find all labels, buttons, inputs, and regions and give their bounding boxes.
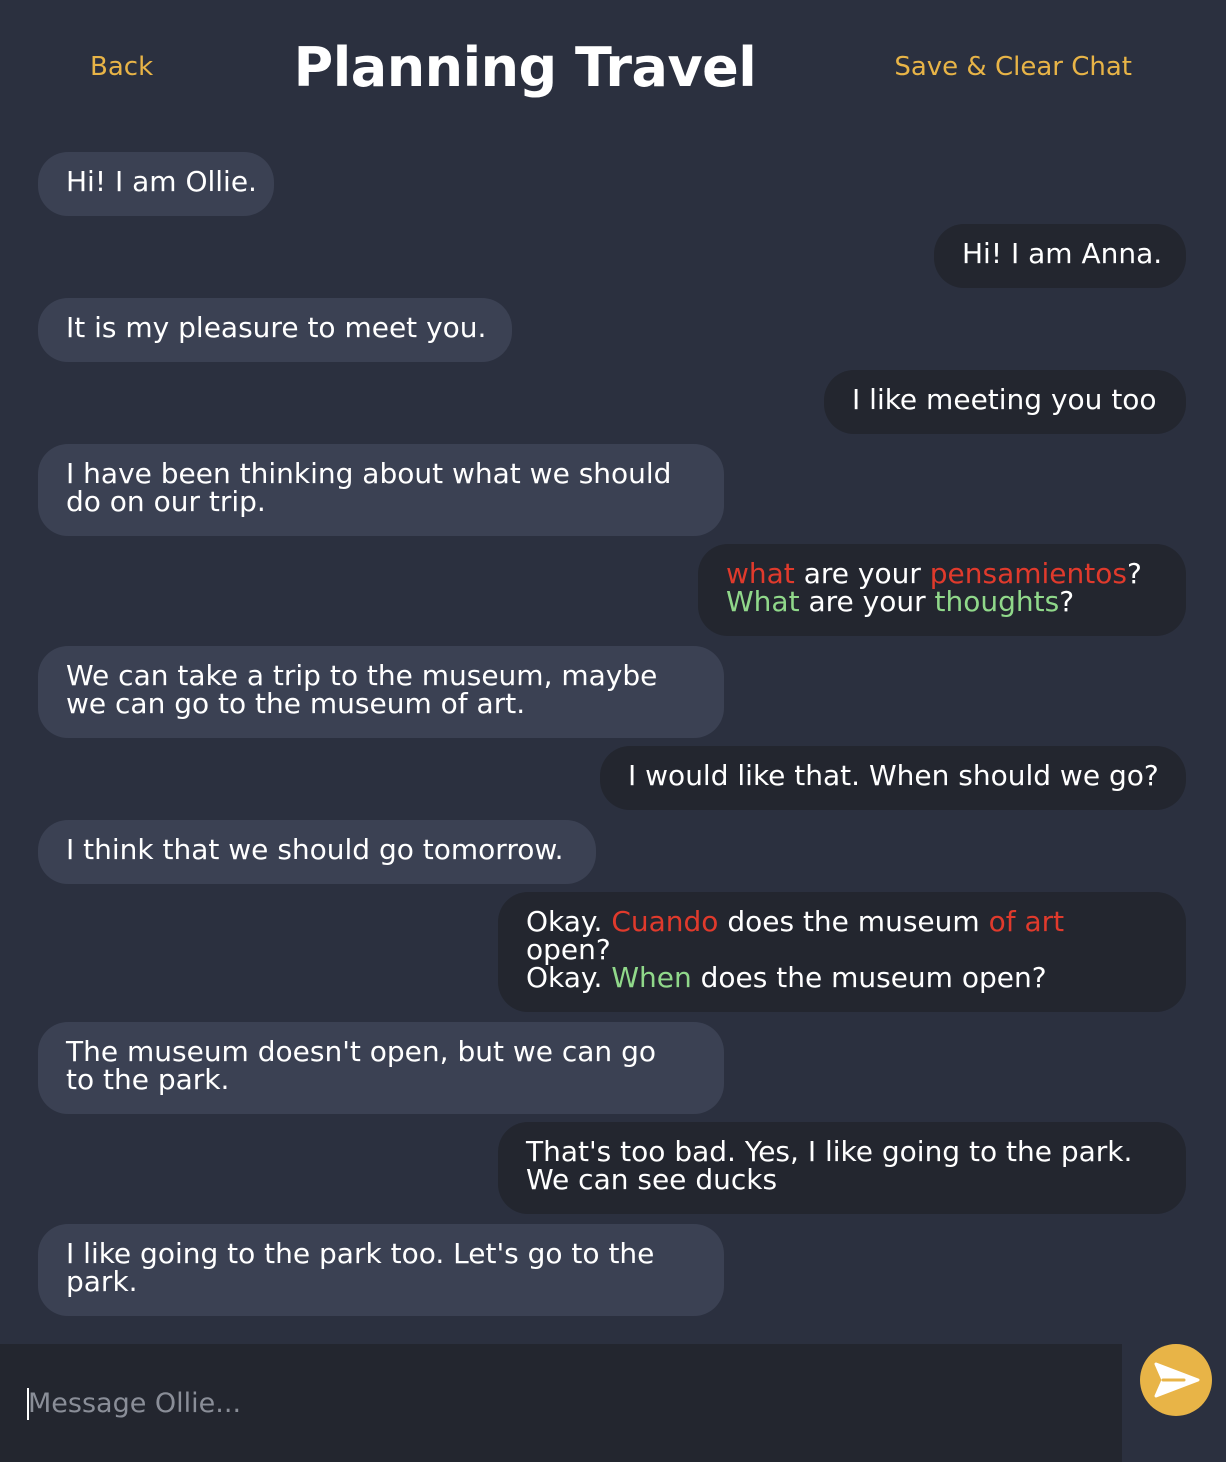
error-word: Cuando — [611, 905, 719, 938]
message-text: Hi! I am Anna. — [962, 237, 1163, 270]
message-text-line: That's too bad. Yes, I like going to the… — [526, 1135, 1133, 1168]
corrected-message: Okay. When does the museum open? — [526, 964, 1158, 992]
send-button[interactable] — [1140, 1344, 1212, 1416]
message-text-line: The museum doesn't open, but we can go — [66, 1035, 656, 1068]
message-text-line: we can go to the museum of art. — [66, 687, 526, 720]
page-title: Planning Travel — [293, 36, 757, 99]
corrected-word: thoughts — [934, 585, 1060, 618]
message-bubble-user-corrected: Okay. Cuando does the museum of art open… — [498, 892, 1186, 1012]
message-text: I would like that. When should we go? — [628, 759, 1159, 792]
message-text-line: do on our trip. — [66, 485, 266, 518]
message-bubble-user: I would like that. When should we go? — [600, 746, 1186, 810]
corrected-word: What — [726, 585, 800, 618]
message-fragment: does the museum open? — [691, 961, 1047, 994]
message-fragment: ? — [1059, 585, 1075, 618]
corrected-word: When — [611, 961, 692, 994]
message-fragment: are your — [799, 585, 935, 618]
message-fragment: ? — [1126, 557, 1142, 590]
save-clear-chat-button[interactable]: Save & Clear Chat — [894, 52, 1132, 82]
message-text-line: park. — [66, 1265, 138, 1298]
text-cursor — [27, 1388, 29, 1420]
message-text-line: I have been thinking about what we shoul… — [66, 457, 672, 490]
message-bubble-user: I like meeting you too — [824, 370, 1186, 434]
message-text-line: We can take a trip to the museum, maybe — [66, 659, 658, 692]
message-input[interactable] — [0, 1344, 1122, 1462]
message-bubble-user: That's too bad. Yes, I like going to the… — [498, 1122, 1186, 1214]
error-word: of art — [988, 905, 1065, 938]
message-fragment: does the museum — [718, 905, 989, 938]
message-text-line: I like going to the park too. Let's go t… — [66, 1237, 655, 1270]
message-text-line: to the park. — [66, 1063, 230, 1096]
message-bubble-bot: Hi! I am Ollie. — [38, 152, 274, 216]
chat-header: Back Planning Travel Save & Clear Chat — [0, 0, 1226, 140]
send-arrow-icon — [1154, 1362, 1200, 1398]
original-message-continued: open? — [526, 933, 611, 966]
message-text: I like meeting you too — [852, 383, 1157, 416]
corrected-message: What are your thoughts? — [726, 588, 1158, 616]
message-composer — [0, 1344, 1122, 1462]
message-text: It is my pleasure to meet you. — [66, 311, 487, 344]
original-message: Okay. Cuando does the museum of art — [526, 908, 1158, 936]
message-text-line: We can see ducks — [526, 1163, 778, 1196]
message-bubble-bot: It is my pleasure to meet you. — [38, 298, 512, 362]
message-text: I think that we should go tomorrow. — [66, 833, 564, 866]
message-fragment: Okay. — [526, 961, 612, 994]
message-bubble-user: Hi! I am Anna. — [934, 224, 1186, 288]
message-bubble-bot: I like going to the park too. Let's go t… — [38, 1224, 724, 1316]
message-bubble-bot: I think that we should go tomorrow. — [38, 820, 596, 884]
message-text: Hi! I am Ollie. — [66, 165, 257, 198]
message-bubble-bot: We can take a trip to the museum, maybe … — [38, 646, 724, 738]
message-bubble-user-corrected: what are your pensamientos? What are you… — [698, 544, 1186, 636]
message-bubble-bot: The museum doesn't open, but we can go t… — [38, 1022, 724, 1114]
original-message: what are your pensamientos? — [726, 560, 1158, 588]
message-bubble-bot: I have been thinking about what we shoul… — [38, 444, 724, 536]
